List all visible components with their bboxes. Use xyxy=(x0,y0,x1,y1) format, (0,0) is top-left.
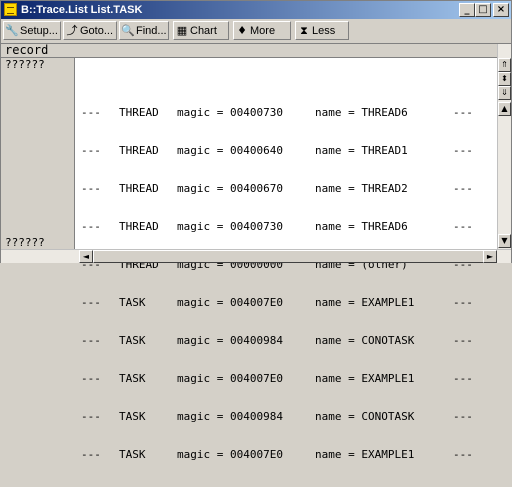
scroll-left-button[interactable]: ◄ xyxy=(79,250,93,263)
scroll-last-button[interactable]: ⇓ xyxy=(498,86,511,100)
trace-rows: --- THREAD magic = 00400730 name = THREAD6 -… xyxy=(81,81,473,487)
find-button[interactable]: 🔍Find... xyxy=(119,21,169,40)
table-row[interactable]: --- THREAD magic = 00400730 name = THREAD6 -… xyxy=(81,106,473,119)
setup-label: Setup... xyxy=(20,25,58,37)
row-type: TASK xyxy=(119,334,146,347)
title-bar[interactable]: B::Trace.List List.TASK _ □ × xyxy=(1,1,511,19)
less-label: Less xyxy=(312,25,336,37)
row-dash: --- xyxy=(81,448,101,461)
record-bottom-marker: ?????? xyxy=(5,236,45,249)
minimize-button[interactable]: _ xyxy=(459,3,475,17)
row-tail: --- xyxy=(453,144,473,157)
row-name: name = CONOTASK xyxy=(315,334,415,347)
trace-list-area[interactable]: record ?????? ?????? --- THREAD magic = 00… xyxy=(1,43,497,461)
more-button[interactable]: ♦ More xyxy=(233,21,291,40)
record-header-label: record xyxy=(5,43,49,57)
row-name: name = THREAD6 xyxy=(315,220,408,233)
close-button[interactable]: × xyxy=(493,3,509,17)
maximize-button[interactable]: □ xyxy=(475,3,491,17)
row-magic: magic = 00400984 xyxy=(177,410,283,423)
scroll-first-button[interactable]: ⇑ xyxy=(498,58,511,72)
table-row[interactable]: --- THREAD magic = 00400670 name = THREAD2 -… xyxy=(81,182,473,195)
row-dash: --- xyxy=(81,182,101,195)
trace-list-window: B::Trace.List List.TASK _ □ × 🔧Setup... … xyxy=(0,0,512,461)
row-name: name = THREAD2 xyxy=(315,182,408,195)
row-dash: --- xyxy=(81,372,101,385)
row-tail: --- xyxy=(453,334,473,347)
app-icon xyxy=(4,3,17,16)
row-dash: --- xyxy=(81,144,101,157)
row-magic: magic = 004007E0 xyxy=(177,372,283,385)
table-row[interactable]: --- TASK magic = 00400984 name = CONOTASK --… xyxy=(81,410,473,423)
row-dash: --- xyxy=(81,220,101,233)
goto-icon: ⤴ xyxy=(66,24,78,37)
row-dash: --- xyxy=(81,410,101,423)
scroll-up-button[interactable]: ▲ xyxy=(498,102,511,116)
toolbar: 🔧Setup... ⤴ Goto... 🔍Find... ▦ Chart ♦ More… xyxy=(1,19,511,44)
row-tail: --- xyxy=(453,448,473,461)
more-icon: ♦ xyxy=(237,24,247,37)
chart-icon: ▦ xyxy=(176,24,188,37)
record-top-marker: ?????? xyxy=(5,58,45,71)
row-tail: --- xyxy=(453,106,473,119)
row-name: name = THREAD6 xyxy=(315,106,408,119)
table-row[interactable]: --- THREAD magic = 00400730 name = THREAD6 -… xyxy=(81,220,473,233)
record-gutter xyxy=(1,44,75,249)
row-name: name = EXAMPLE1 xyxy=(315,448,415,461)
goto-label: Goto... xyxy=(80,25,114,37)
row-magic: magic = 004007E0 xyxy=(177,448,283,461)
chart-button[interactable]: ▦ Chart xyxy=(173,21,229,40)
table-row[interactable]: --- TASK magic = 004007E0 name = EXAMPLE1 --… xyxy=(81,296,473,309)
row-tail: --- xyxy=(453,296,473,309)
row-name: name = EXAMPLE1 xyxy=(315,296,415,309)
scroll-down-button[interactable]: ▼ xyxy=(498,234,511,248)
chart-label: Chart xyxy=(190,25,217,37)
find-label: Find... xyxy=(136,25,167,37)
wrench-icon: 🔧 xyxy=(5,24,19,37)
horizontal-scroll-thumb[interactable] xyxy=(93,250,493,263)
row-dash: --- xyxy=(81,334,101,347)
row-tail: --- xyxy=(453,182,473,195)
setup-button[interactable]: 🔧Setup... xyxy=(3,21,61,40)
goto-button[interactable]: ⤴ Goto... xyxy=(63,21,117,40)
table-row[interactable]: --- TASK magic = 004007E0 name = EXAMPLE1 --… xyxy=(81,372,473,385)
row-tail: --- xyxy=(453,372,473,385)
row-type: TASK xyxy=(119,296,146,309)
row-magic: magic = 00400670 xyxy=(177,182,283,195)
row-type: THREAD xyxy=(119,144,159,157)
row-dash: --- xyxy=(81,106,101,119)
row-type: TASK xyxy=(119,410,146,423)
row-name: name = THREAD1 xyxy=(315,144,408,157)
table-row[interactable]: --- TASK magic = 00400984 name = CONOTASK --… xyxy=(81,334,473,347)
horizontal-scrollbar[interactable]: ◄ ► xyxy=(1,249,511,263)
row-type: THREAD xyxy=(119,182,159,195)
row-dash: --- xyxy=(81,296,101,309)
row-type: THREAD xyxy=(119,106,159,119)
row-type: THREAD xyxy=(119,220,159,233)
window-title: B::Trace.List List.TASK xyxy=(21,4,143,16)
row-type: TASK xyxy=(119,448,146,461)
less-button[interactable]: ⧗ Less xyxy=(295,21,349,40)
row-magic: magic = 004007E0 xyxy=(177,296,283,309)
row-type: TASK xyxy=(119,372,146,385)
table-row[interactable]: --- THREAD magic = 00400640 name = THREAD1 -… xyxy=(81,144,473,157)
scroll-right-button[interactable]: ► xyxy=(483,250,497,263)
vertical-scrollbar[interactable]: ⇑ ⬍ ⇓ ▲ ▼ xyxy=(497,44,511,249)
row-name: name = CONOTASK xyxy=(315,410,415,423)
row-magic: magic = 00400730 xyxy=(177,220,283,233)
row-tail: --- xyxy=(453,220,473,233)
row-tail: --- xyxy=(453,410,473,423)
table-row[interactable]: --- TASK magic = 004007E0 name = EXAMPLE1 --… xyxy=(81,448,473,461)
column-header[interactable]: record xyxy=(1,43,497,58)
row-magic: magic = 00400640 xyxy=(177,144,283,157)
row-name: name = EXAMPLE1 xyxy=(315,372,415,385)
more-label: More xyxy=(250,25,276,37)
find-icon: 🔍 xyxy=(121,24,135,37)
scroll-page-button[interactable]: ⬍ xyxy=(498,72,511,86)
less-icon: ⧗ xyxy=(300,24,308,37)
row-magic: magic = 00400984 xyxy=(177,334,283,347)
row-magic: magic = 00400730 xyxy=(177,106,283,119)
